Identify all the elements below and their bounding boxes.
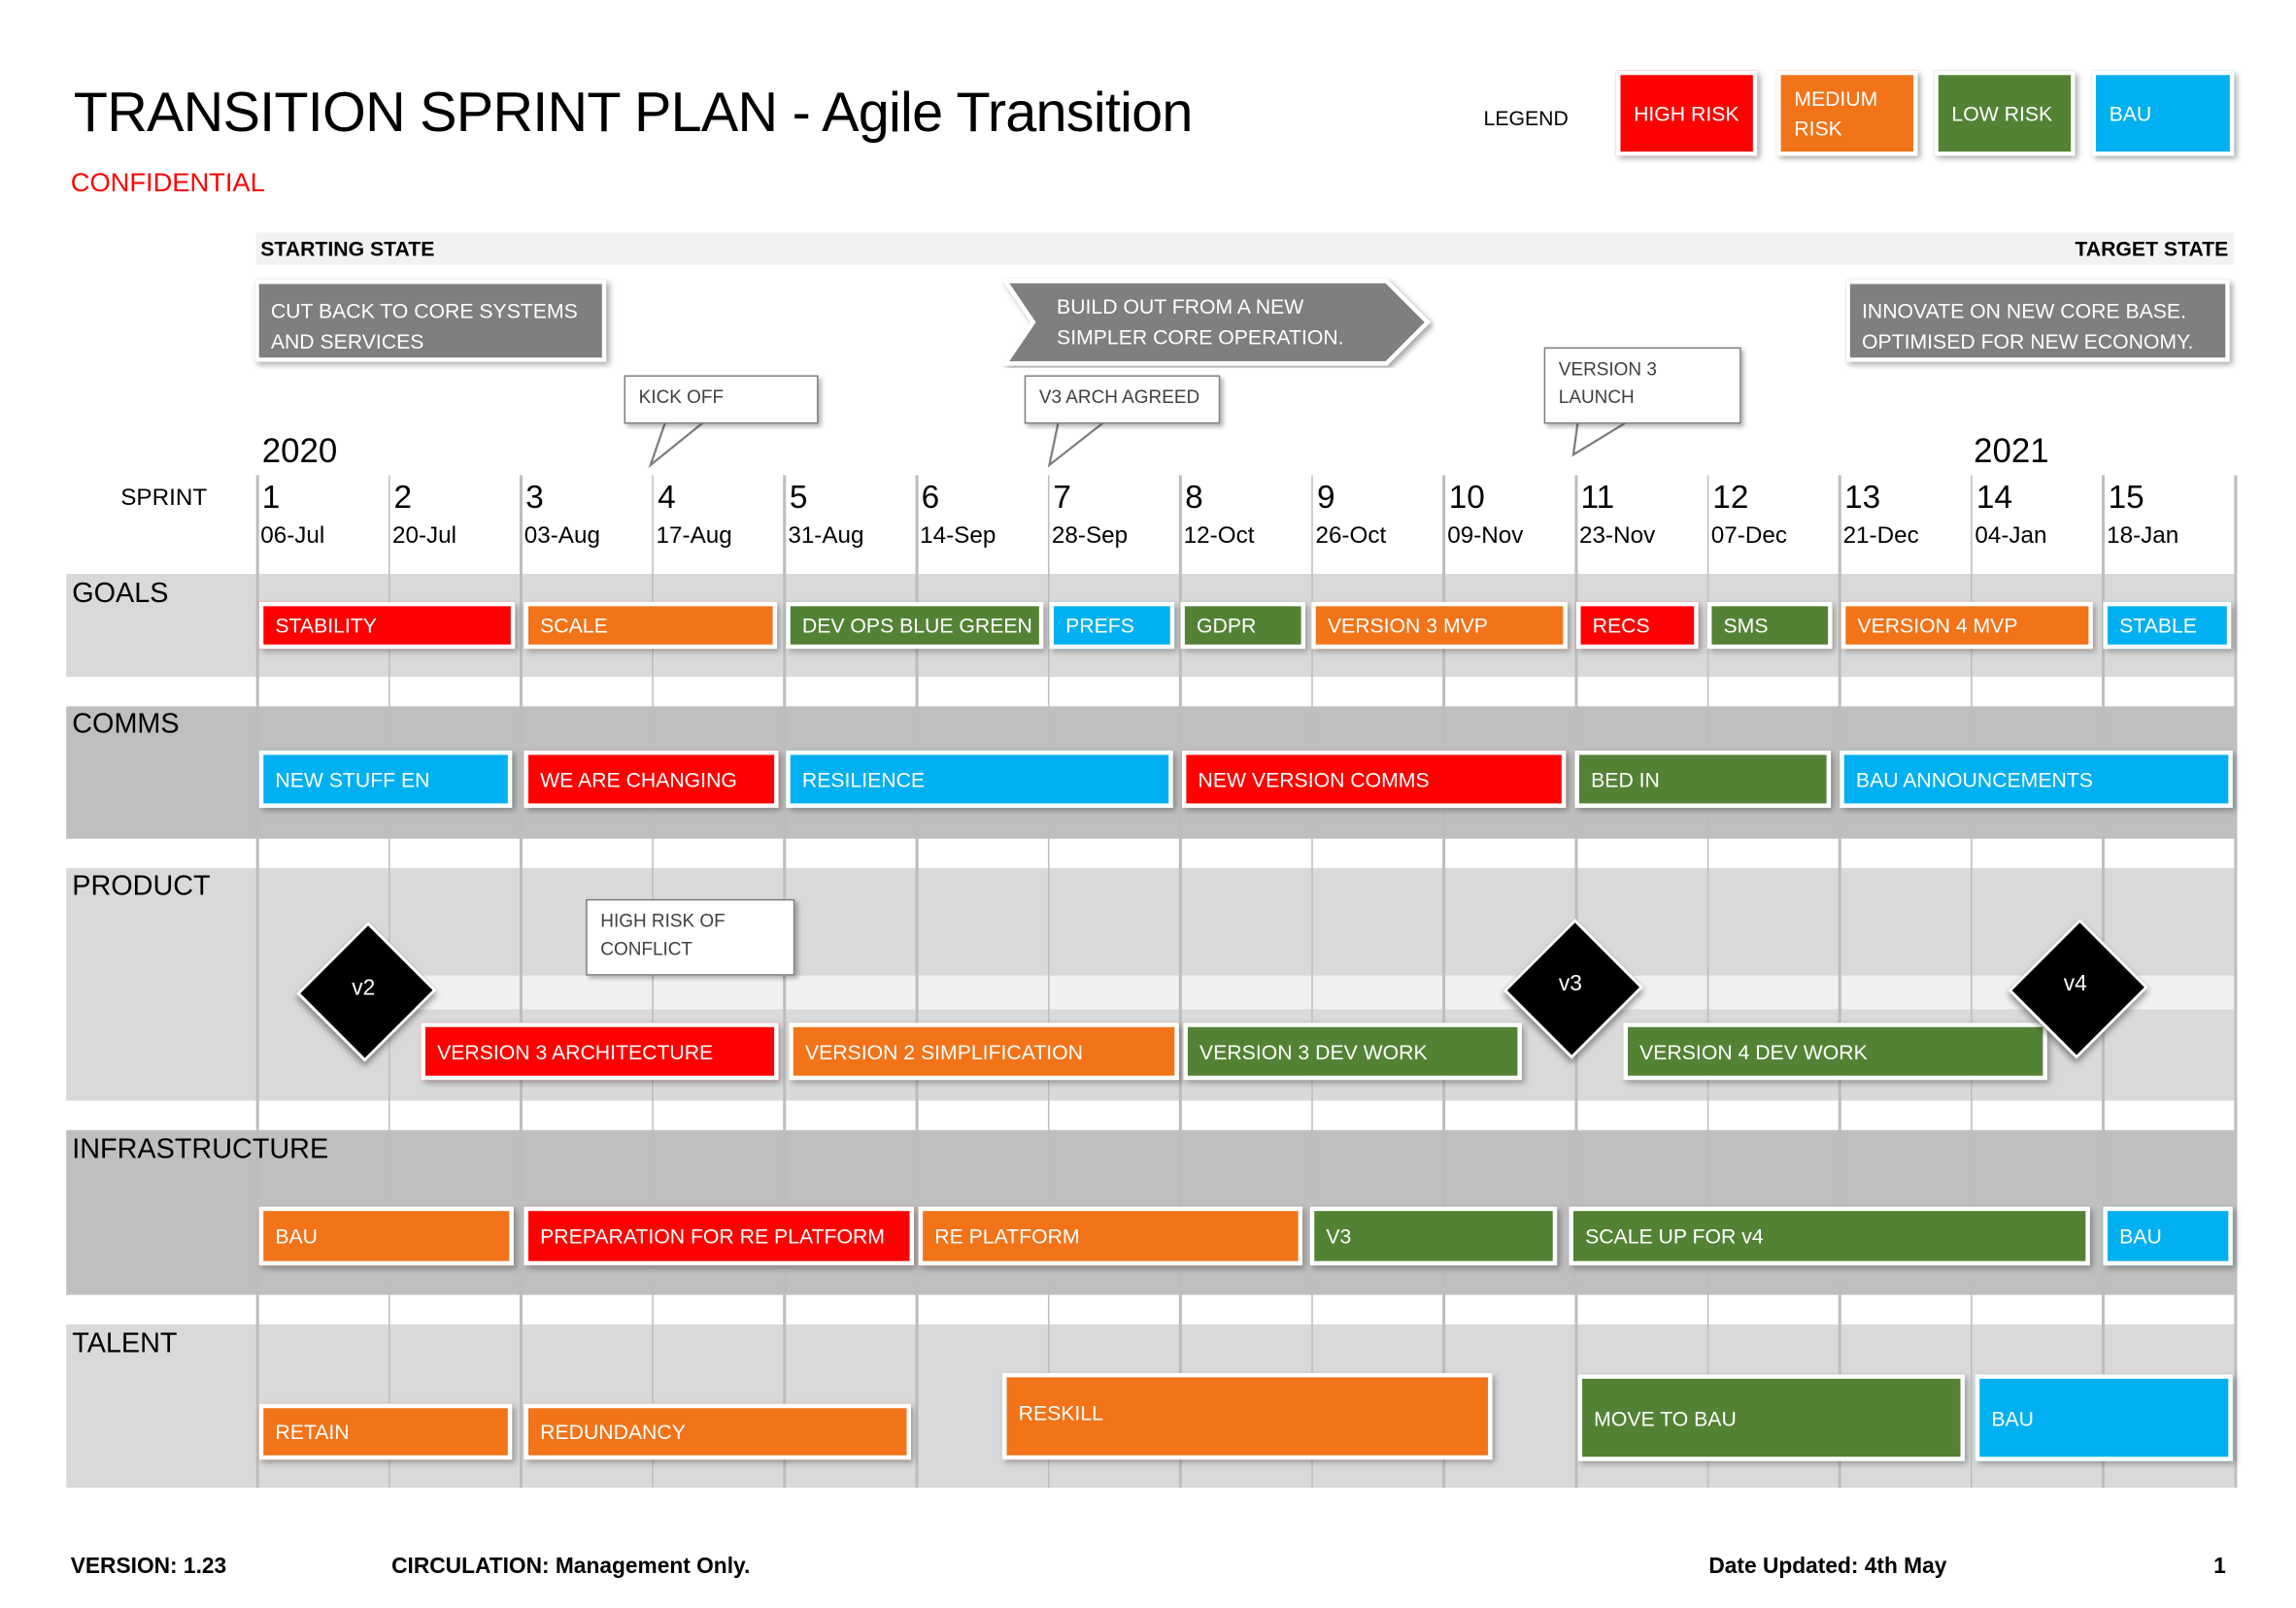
product-bar[interactable]: VERSION 4 DEV WORK bbox=[1623, 1022, 2047, 1081]
callout-version-3-launch: VERSION 3 LAUNCH bbox=[1543, 347, 1741, 424]
goal-bar[interactable]: PREFS bbox=[1049, 601, 1175, 650]
comms-bar[interactable]: BAU ANNOUNCEMENTS bbox=[1840, 750, 2233, 808]
sprint-date: 17-Aug bbox=[656, 523, 732, 550]
year-2020: 2020 bbox=[261, 431, 338, 470]
comms-bar[interactable]: BED IN bbox=[1574, 750, 1832, 808]
callout-tail-v3launch bbox=[1571, 420, 1631, 457]
row-label-product: PRODUCT bbox=[72, 871, 211, 902]
goal-bar[interactable]: STABLE bbox=[2103, 601, 2232, 650]
sprint-date: 18-Jan bbox=[2107, 523, 2179, 550]
sprint-number: 3 bbox=[525, 478, 544, 516]
infrastructure-bar[interactable]: BAU bbox=[2103, 1206, 2233, 1266]
sprint-label: SPRINT bbox=[120, 486, 208, 511]
footer-version: VERSION: 1.23 bbox=[70, 1554, 227, 1580]
sprint-date: 09-Nov bbox=[1447, 523, 1524, 550]
milestone-v4: v4 bbox=[2063, 971, 2087, 996]
sprint-number: 15 bbox=[2108, 478, 2144, 516]
comms-bar[interactable]: RESILIENCE bbox=[786, 750, 1173, 808]
sprint-number: 6 bbox=[921, 478, 940, 516]
product-bar[interactable]: VERSION 3 DEV WORK bbox=[1183, 1022, 1522, 1081]
product-bar[interactable]: VERSION 2 SIMPLIFICATION bbox=[789, 1022, 1179, 1081]
sprint-date: 20-Jul bbox=[391, 523, 457, 550]
callout-high-risk-of-conflict: HIGH RISK OF CONFLICT bbox=[586, 898, 795, 976]
infrastructure-bar[interactable]: V3 bbox=[1309, 1206, 1558, 1266]
row-label-infrastructure: INFRASTRUCTURE bbox=[72, 1134, 329, 1166]
sprint-date: 07-Dec bbox=[1710, 523, 1787, 550]
sprint-date: 06-Jul bbox=[260, 523, 325, 550]
row-label-talent: TALENT bbox=[72, 1328, 178, 1360]
infrastructure-bar[interactable]: RE PLATFORM bbox=[918, 1206, 1303, 1266]
sprint-number: 11 bbox=[1580, 478, 1615, 516]
comms-bar[interactable]: NEW VERSION COMMS bbox=[1181, 750, 1567, 808]
footer-page-number: 1 bbox=[2213, 1554, 2226, 1580]
talent-bar[interactable]: RETAIN bbox=[258, 1403, 513, 1460]
sprint-number: 12 bbox=[1712, 478, 1749, 516]
talent-bar[interactable]: REDUNDANCY bbox=[523, 1403, 912, 1460]
sprint-date: 04-Jan bbox=[1975, 523, 2047, 550]
comms-bar[interactable]: NEW STUFF EN bbox=[258, 750, 513, 808]
sprint-date: 21-Dec bbox=[1842, 523, 1919, 550]
comms-bar[interactable]: WE ARE CHANGING bbox=[523, 750, 779, 808]
goal-bar[interactable]: VERSION 3 MVP bbox=[1311, 601, 1568, 650]
footer-date-updated: Date Updated: 4th May bbox=[1708, 1554, 1947, 1580]
sprint-number: 13 bbox=[1844, 478, 1881, 516]
row-label-comms: COMMS bbox=[72, 709, 180, 741]
callout-v3-arch-agreed: V3 ARCH AGREED bbox=[1024, 375, 1221, 424]
talent-bar[interactable]: MOVE TO BAU bbox=[1577, 1374, 1966, 1461]
infrastructure-bar[interactable]: BAU bbox=[258, 1206, 514, 1266]
goal-bar[interactable]: RECS bbox=[1575, 601, 1699, 650]
sprint-date: 03-Aug bbox=[523, 523, 600, 550]
product-bar[interactable]: VERSION 3 ARCHITECTURE bbox=[421, 1022, 779, 1081]
row-label-goals: GOALS bbox=[72, 578, 169, 610]
year-2021: 2021 bbox=[1974, 431, 2049, 470]
talent-bar[interactable]: BAU bbox=[1975, 1374, 2233, 1461]
sprint-number: 9 bbox=[1316, 478, 1335, 516]
sprint-date: 23-Nov bbox=[1579, 523, 1656, 550]
callout-tail-v3arch bbox=[1047, 420, 1107, 468]
sprint-gridline bbox=[255, 475, 258, 1489]
callout-kick-off: KICK OFF bbox=[624, 375, 819, 424]
sprint-plan-slide: TRANSITION SPRINT PLAN - Agile Transitio… bbox=[0, 0, 2296, 1608]
milestone-v3: v3 bbox=[1558, 971, 1582, 996]
talent-bar[interactable]: RESKILL bbox=[1001, 1372, 1493, 1460]
sprint-date: 28-Sep bbox=[1051, 523, 1129, 550]
sprint-date: 14-Sep bbox=[920, 523, 996, 550]
callout-tail-kickoff bbox=[648, 420, 707, 469]
sprint-number: 5 bbox=[789, 478, 808, 516]
sprint-number: 1 bbox=[261, 478, 281, 516]
goal-bar[interactable]: SMS bbox=[1706, 601, 1833, 650]
sprint-number: 14 bbox=[1975, 478, 2012, 516]
sprint-gridline bbox=[520, 475, 523, 1489]
infrastructure-bar[interactable]: SCALE UP FOR v4 bbox=[1569, 1206, 2090, 1266]
sprint-number: 2 bbox=[393, 478, 413, 516]
product-stripe bbox=[367, 975, 2235, 1010]
sprint-gridline bbox=[2234, 475, 2237, 1489]
sprint-number: 10 bbox=[1448, 478, 1485, 516]
sprint-number: 4 bbox=[658, 478, 676, 516]
infrastructure-bar[interactable]: PREPARATION FOR RE PLATFORM bbox=[523, 1206, 915, 1266]
sprint-number: 8 bbox=[1185, 478, 1203, 516]
goal-bar[interactable]: STABILITY bbox=[258, 601, 516, 650]
sprint-date: 12-Oct bbox=[1183, 523, 1255, 550]
goal-bar[interactable]: GDPR bbox=[1180, 601, 1306, 650]
sprint-date: 26-Oct bbox=[1315, 523, 1387, 550]
goal-bar[interactable]: VERSION 4 MVP bbox=[1840, 601, 2093, 650]
milestone-v2: v2 bbox=[352, 975, 376, 1001]
goal-bar[interactable]: SCALE bbox=[523, 601, 778, 650]
footer-circulation: CIRCULATION: Management Only. bbox=[391, 1554, 751, 1580]
goal-bar[interactable]: DEV OPS BLUE GREEN bbox=[786, 601, 1044, 650]
sprint-date: 31-Aug bbox=[788, 523, 864, 550]
sprint-number: 7 bbox=[1053, 478, 1071, 516]
